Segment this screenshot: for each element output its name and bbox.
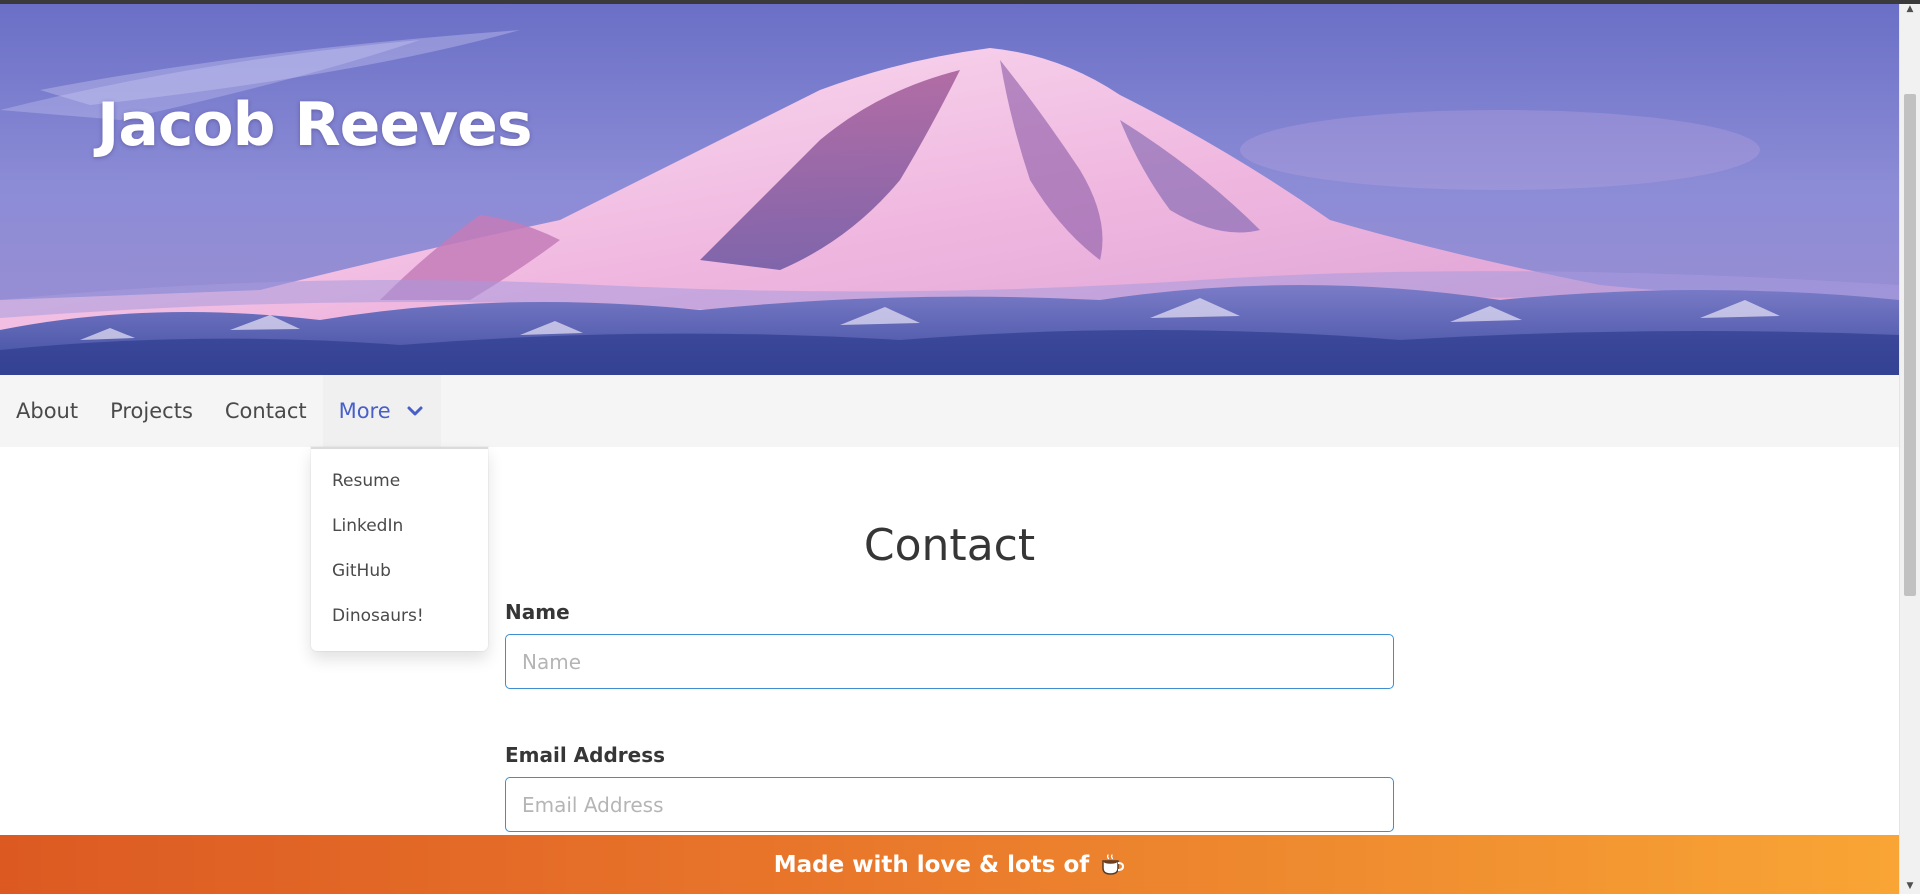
scrollbar-thumb[interactable] <box>1904 94 1916 596</box>
more-dropdown-menu: Resume LinkedIn GitHub Dinosaurs! <box>311 447 488 651</box>
nav-item-contact[interactable]: Contact <box>209 375 323 447</box>
email-field-group: Email Address <box>505 743 1394 832</box>
coffee-icon <box>1102 853 1125 875</box>
email-input[interactable] <box>505 777 1394 832</box>
chevron-down-icon <box>407 406 423 416</box>
page: Jacob Reeves About Projects Contact More… <box>0 0 1920 894</box>
name-field-group: Name <box>505 600 1394 689</box>
main-navbar: About Projects Contact More <box>0 375 1899 447</box>
page-scrollbar[interactable]: ▲ ▼ <box>1899 0 1920 894</box>
name-input[interactable] <box>505 634 1394 689</box>
scroll-down-arrow-icon[interactable]: ▼ <box>1900 877 1920 894</box>
window-top-border <box>0 0 1920 4</box>
dropdown-item-resume[interactable]: Resume <box>311 459 488 504</box>
email-label: Email Address <box>505 743 666 767</box>
name-label: Name <box>505 600 570 624</box>
dropdown-item-github[interactable]: GitHub <box>311 549 488 594</box>
contact-heading: Contact <box>863 520 1036 571</box>
nav-more-label: More <box>338 399 391 423</box>
footer-text: Made with love & lots of <box>773 851 1090 878</box>
dropdown-item-dinosaurs[interactable]: Dinosaurs! <box>311 594 488 639</box>
mountain-illustration <box>0 0 1899 375</box>
dropdown-item-linkedin[interactable]: LinkedIn <box>311 504 488 549</box>
nav-item-more[interactable]: More <box>322 375 441 447</box>
hero-banner: Jacob Reeves <box>0 0 1899 375</box>
site-footer: Made with love & lots of <box>0 835 1899 894</box>
site-title: Jacob Reeves <box>97 90 533 160</box>
nav-item-projects[interactable]: Projects <box>94 375 209 447</box>
nav-item-about[interactable]: About <box>0 375 94 447</box>
